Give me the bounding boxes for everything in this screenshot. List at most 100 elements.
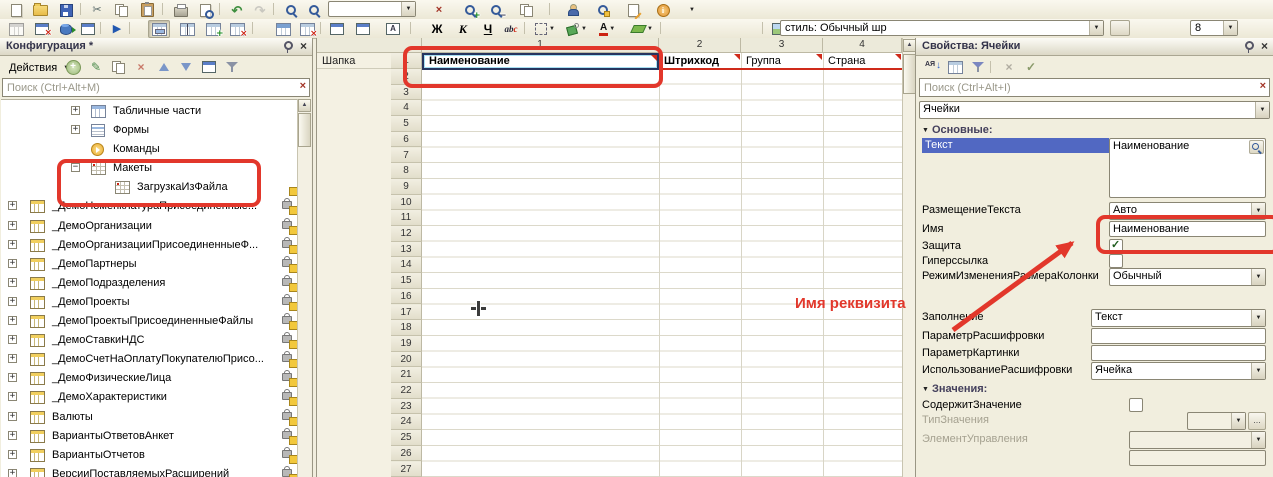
tree-item[interactable]: +ВариантыОтветовАнкет (1, 427, 311, 446)
scroll-up-icon[interactable]: ▲ (298, 99, 311, 112)
save-icon[interactable] (55, 1, 77, 19)
clear-find-icon[interactable]: × (428, 1, 450, 19)
row-number-cell[interactable]: 16 (391, 289, 422, 305)
row-number-cell[interactable]: 15 (391, 273, 422, 289)
property-input[interactable] (1091, 345, 1266, 361)
sheet-properties-icon[interactable] (5, 20, 27, 38)
close-editor-icon[interactable]: × (31, 20, 53, 38)
style-combobox[interactable]: стиль: Обычный шр ▼ (780, 20, 1104, 36)
add-icon[interactable]: + (62, 58, 84, 76)
run-icon[interactable]: ▶ (106, 20, 128, 38)
bold-button[interactable]: Ж (426, 20, 448, 38)
column-header[interactable]: 2 (659, 38, 741, 53)
config-search-input[interactable] (2, 78, 310, 97)
header-cell[interactable]: Страна (823, 53, 902, 69)
tree-expander-icon[interactable]: + (8, 201, 17, 210)
tree-item[interactable]: +Табличные части (1, 102, 311, 121)
row-number-cell[interactable]: 19 (391, 336, 422, 352)
align-justify-icon[interactable] (738, 20, 760, 38)
tree-expander-icon[interactable]: + (8, 392, 17, 401)
clear-formatting-dropdown[interactable]: ▼ (628, 20, 657, 38)
new-document-icon[interactable] (5, 1, 27, 19)
data-source-icon[interactable] (55, 20, 77, 38)
row-number-cell[interactable]: 1 (391, 53, 422, 69)
chevron-down-icon[interactable]: ▼ (1251, 363, 1265, 379)
row-number-cell[interactable]: 5 (391, 116, 422, 132)
tree-expander-icon[interactable]: + (8, 354, 17, 363)
sort-icon[interactable] (198, 58, 220, 76)
show-sections-icon[interactable] (352, 20, 374, 38)
pin-icon[interactable] (284, 41, 293, 50)
clear-search-icon[interactable]: × (1260, 81, 1266, 92)
property-checkbox[interactable] (1109, 239, 1123, 253)
font-size-combobox[interactable]: 8 ▼ (1190, 20, 1238, 36)
tree-item[interactable]: +_ДемоОрганизации (1, 217, 311, 236)
tree-item[interactable]: +_ДемоНоменклатураПрисоединенные... (1, 197, 311, 216)
underline-button[interactable]: Ч (477, 20, 499, 38)
chevron-down-icon[interactable]: ▼ (1251, 269, 1265, 285)
tree-item[interactable]: +_ДемоОрганизацииПрисоединенныеФ... (1, 236, 311, 255)
tree-item[interactable]: +_ДемоСчетНаОплатуПокупателюПрисо... (1, 350, 311, 369)
search-options-icon[interactable] (592, 1, 614, 19)
row-number-cell[interactable]: 7 (391, 148, 422, 164)
background-color-dropdown[interactable]: ▼ (563, 20, 591, 38)
tree-item[interactable]: +_ДемоСтавкиНДС (1, 331, 311, 350)
property-input[interactable]: Наименование (1109, 221, 1266, 237)
tree-expander-icon[interactable]: + (71, 125, 80, 134)
property-textarea[interactable]: Наименование (1109, 138, 1266, 198)
tree-item[interactable]: +ВерсииПоставляемыхРасширений (1, 465, 311, 477)
row-number-cell[interactable]: 26 (391, 446, 422, 462)
row-number-cell[interactable]: 17 (391, 305, 422, 321)
tree-expander-icon[interactable]: + (8, 373, 17, 382)
property-checkbox[interactable] (1109, 254, 1123, 268)
row-number-cell[interactable]: 11 (391, 210, 422, 226)
scrollbar-thumb[interactable] (298, 113, 311, 147)
categories-icon[interactable] (944, 58, 966, 76)
borders-dropdown[interactable]: ▼ (531, 20, 559, 38)
row-number-cell[interactable]: 18 (391, 320, 422, 336)
section-label-cell[interactable]: Шапка (317, 53, 391, 69)
copy-format-icon[interactable] (515, 1, 537, 19)
cancel-icon[interactable]: × (998, 58, 1020, 76)
row-number-cell[interactable]: 22 (391, 383, 422, 399)
edit-icon[interactable]: ✎ (85, 58, 107, 76)
tree-scrollbar[interactable]: ▲ (297, 99, 311, 477)
about-icon[interactable]: i (652, 1, 674, 19)
tree-expander-icon[interactable]: + (8, 297, 17, 306)
clear-search-icon[interactable]: × (300, 81, 306, 92)
property-combobox[interactable]: Обычный▼ (1109, 268, 1266, 286)
row-number-cell[interactable]: 25 (391, 430, 422, 446)
tree-expander-icon[interactable]: + (8, 259, 17, 268)
align-right-icon[interactable] (714, 20, 736, 38)
row-number-cell[interactable]: 13 (391, 242, 422, 258)
property-checkbox[interactable] (1129, 398, 1143, 412)
text-color-dropdown[interactable]: А▼ (596, 20, 619, 38)
toolbar-options-dropdown[interactable]: ▼ (680, 1, 702, 19)
property-combobox[interactable]: Текст▼ (1091, 309, 1266, 327)
print-icon[interactable] (170, 1, 192, 19)
property-input[interactable] (1091, 328, 1266, 344)
duplicate-icon[interactable] (107, 58, 129, 76)
row-number-cell[interactable]: 8 (391, 163, 422, 179)
row-number-cell[interactable]: 21 (391, 367, 422, 383)
properties-search-input[interactable] (919, 78, 1270, 97)
filter-properties-icon[interactable] (967, 58, 989, 76)
tree-expander-icon[interactable]: + (8, 450, 17, 459)
tree-item[interactable]: +_ДемоПартнеры (1, 255, 311, 274)
sort-properties-icon[interactable]: АЯ (921, 58, 943, 76)
show-names-icon[interactable]: A (382, 20, 404, 38)
find-icon[interactable] (280, 1, 302, 19)
column-header[interactable]: 1 (422, 38, 659, 53)
close-icon[interactable]: × (300, 39, 307, 53)
show-grid-icon[interactable] (272, 20, 294, 38)
tree-item[interactable]: ЗагрузкаИзФайла (1, 178, 311, 197)
align-center-icon[interactable] (690, 20, 712, 38)
style-picker-button[interactable] (1110, 20, 1130, 36)
move-down-icon[interactable] (175, 58, 197, 76)
chevron-down-icon[interactable]: ▼ (401, 2, 415, 16)
tree-item[interactable]: +_ДемоФизическиеЛица (1, 369, 311, 388)
hide-grid-icon[interactable]: × (296, 20, 318, 38)
chevron-down-icon[interactable]: ▼ (1223, 21, 1237, 35)
sheet-scrollbar[interactable]: ▲ (902, 38, 915, 477)
chevron-down-icon[interactable]: ▼ (922, 386, 929, 393)
